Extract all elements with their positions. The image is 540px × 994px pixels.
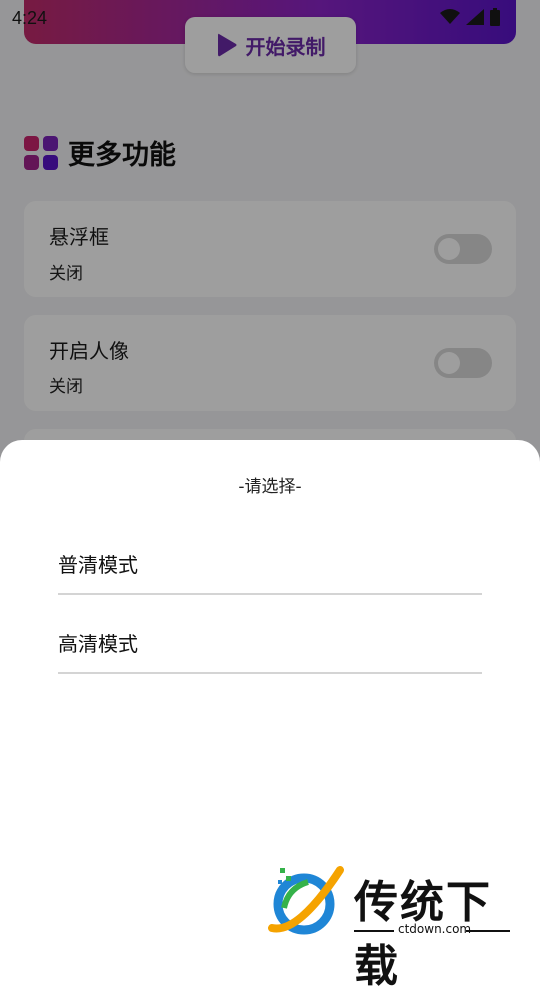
watermark-url: ctdown.com <box>398 922 472 936</box>
sheet-title: -请选择- <box>238 477 302 497</box>
option-label: 普清模式 <box>58 553 138 577</box>
watermark: 传统下载 ctdown.com <box>268 860 518 992</box>
watermark-line-right <box>466 930 510 932</box>
option-label: 高清模式 <box>58 632 138 656</box>
option-high-quality[interactable]: 高清模式 <box>58 620 482 674</box>
watermark-line-left <box>354 930 394 932</box>
option-standard-quality[interactable]: 普清模式 <box>58 541 482 595</box>
watermark-logo-icon <box>268 866 344 935</box>
